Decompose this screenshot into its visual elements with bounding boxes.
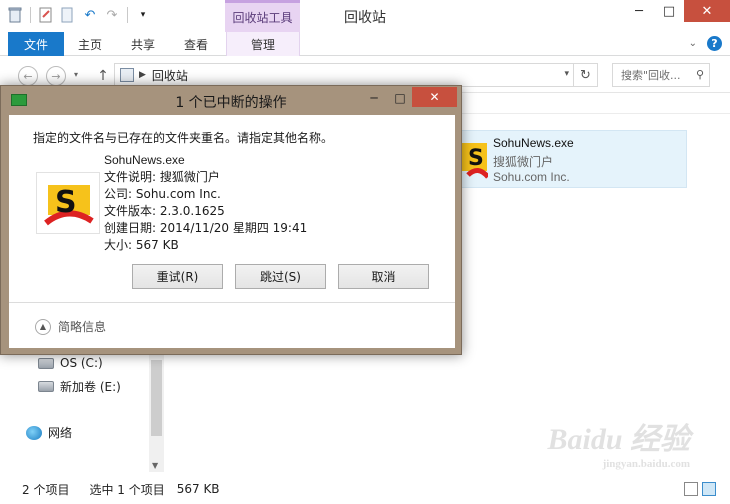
forward-button[interactable]: → [46, 66, 66, 86]
explorer-titlebar: ↶ ↷ ▾ 回收站工具 回收站 ─ □ ✕ [0, 0, 730, 32]
tab-view[interactable]: 查看 [176, 32, 216, 56]
large-icons-view-icon[interactable] [702, 482, 716, 496]
sohu-app-icon: S [36, 172, 100, 234]
ribbon-right-controls: ⌄ ? [689, 36, 722, 51]
watermark-url: jingyan.baidu.com [602, 458, 690, 470]
recycle-bin-icon [6, 6, 24, 24]
back-button[interactable]: ← [18, 66, 38, 86]
file-description: 搜狐微门户 [493, 155, 554, 169]
svg-text:S: S [55, 185, 77, 220]
address-field[interactable]: ▶ 回收站 ▾ ↻ [114, 63, 598, 87]
nav-item-drive-c[interactable]: OS (C:) [38, 356, 103, 370]
scroll-down-icon[interactable]: ▼ [152, 461, 158, 470]
file-size: 大小: 567 KB [104, 238, 179, 252]
nav-item-label: 网络 [48, 426, 73, 440]
cancel-button[interactable]: 取消 [338, 264, 429, 289]
breadcrumb-chevron-icon: ▶ [139, 70, 146, 80]
file-company: Sohu.com Inc. [493, 170, 570, 184]
skip-button[interactable]: 跳过(S) [235, 264, 326, 289]
watermark: Baidu 经验 jingyan.baidu.com [547, 414, 690, 470]
details-view-icon[interactable] [684, 482, 698, 496]
dialog-titlebar: 1 个已中断的操作 ─ □ ✕ [1, 86, 461, 115]
up-button[interactable]: ↑ [95, 66, 111, 86]
network-icon [26, 425, 42, 440]
address-dropdown-icon[interactable]: ▾ [564, 69, 569, 79]
details-toggle-label: 简略信息 [58, 320, 107, 334]
breadcrumb[interactable]: 回收站 [152, 67, 188, 84]
refresh-button[interactable]: ↻ [573, 64, 597, 86]
file-name: SohuNews.exe [104, 153, 185, 167]
file-name: SohuNews.exe [493, 136, 574, 150]
dialog-message: 指定的文件名与已存在的文件夹重名。请指定其他名称。 [33, 131, 334, 145]
nav-item-label: 新加卷 (E:) [60, 380, 121, 394]
recycle-bin-icon [120, 68, 134, 82]
nav-item-drive-e[interactable]: 新加卷 (E:) [38, 378, 121, 395]
item-count: 2 个项目 [22, 482, 70, 497]
selection-size: 567 KB [176, 482, 220, 496]
dialog-minimize-button[interactable]: ─ [361, 88, 387, 108]
status-bar: 2 个项目 选中 1 个项目 567 KB [0, 474, 730, 504]
context-tab-header: 回收站工具 [225, 0, 300, 32]
file-info: SohuNews.exe 文件说明: 搜狐微门户 公司: Sohu.com In… [104, 152, 307, 254]
tab-manage[interactable]: 管理 [226, 32, 300, 56]
search-icon: ⚲ [695, 68, 704, 81]
svg-text:S: S [468, 146, 484, 171]
drive-icon [38, 357, 54, 369]
sohu-app-icon: S [458, 135, 490, 183]
tab-share[interactable]: 共享 [123, 32, 163, 56]
view-switcher [684, 482, 716, 496]
drive-icon [38, 381, 54, 392]
toolbar-separator [30, 7, 31, 23]
nav-item-label: OS (C:) [60, 356, 103, 370]
help-icon[interactable]: ? [707, 36, 722, 51]
navigation-pane: OS (C:) 新加卷 (E:) 网络 [0, 352, 165, 472]
retry-button[interactable]: 重试(R) [132, 264, 223, 289]
dialog-maximize-button[interactable]: □ [387, 88, 413, 108]
tab-file[interactable]: 文件 [8, 32, 64, 56]
nav-scrollbar[interactable]: ▼ [149, 352, 164, 472]
file-company: 公司: Sohu.com Inc. [104, 187, 221, 201]
ribbon-tabs: 文件 主页 共享 查看 管理 ⌄ ? [0, 32, 730, 56]
undo-icon[interactable]: ↶ [81, 6, 99, 24]
search-input[interactable]: 搜索"回收... ⚲ [612, 63, 710, 87]
dialog-divider [9, 302, 455, 303]
file-description: 文件说明: 搜狐微门户 [104, 170, 220, 184]
scrollbar-thumb[interactable] [151, 360, 162, 436]
minimize-button[interactable]: ─ [624, 0, 654, 22]
dialog-close-button[interactable]: ✕ [412, 87, 457, 107]
watermark-text: Baidu 经验 [547, 423, 690, 456]
recent-locations-icon[interactable]: ▾ [74, 70, 78, 79]
nav-item-network[interactable]: 网络 [26, 424, 72, 441]
quick-access-toolbar: ↶ ↷ ▾ [6, 6, 152, 24]
file-version: 文件版本: 2.3.0.1625 [104, 204, 225, 218]
fewer-details-toggle[interactable]: ▲ 简略信息 [35, 318, 106, 335]
customize-toolbar-icon[interactable]: ▾ [134, 6, 152, 24]
selection-count: 选中 1 个项目 [89, 482, 165, 497]
tab-home[interactable]: 主页 [70, 32, 110, 56]
expand-ribbon-icon[interactable]: ⌄ [689, 38, 697, 49]
close-button[interactable]: ✕ [684, 0, 730, 22]
search-placeholder: 搜索"回收... [621, 69, 681, 82]
toolbar-separator [127, 7, 128, 23]
new-folder-icon[interactable] [59, 6, 77, 24]
maximize-button[interactable]: □ [654, 0, 684, 22]
chevron-up-icon: ▲ [35, 318, 51, 335]
redo-icon[interactable]: ↷ [103, 6, 121, 24]
file-item[interactable]: S SohuNews.exe 搜狐微门户 Sohu.com Inc. [455, 130, 687, 188]
file-created: 创建日期: 2014/11/20 星期四 19:41 [104, 221, 308, 235]
dialog-body: 指定的文件名与已存在的文件夹重名。请指定其他名称。 S SohuNews.exe… [9, 115, 455, 348]
interrupted-operation-dialog: 1 个已中断的操作 ─ □ ✕ 指定的文件名与已存在的文件夹重名。请指定其他名称… [0, 85, 462, 355]
properties-icon[interactable] [37, 6, 55, 24]
